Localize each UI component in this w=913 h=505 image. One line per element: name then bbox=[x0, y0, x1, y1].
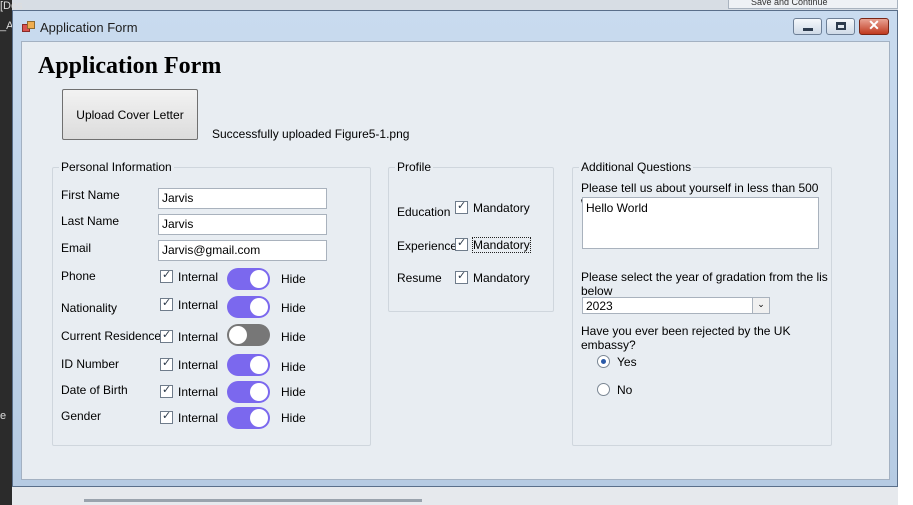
last-name-field[interactable]: Jarvis bbox=[158, 214, 327, 235]
application-window: Application Form ✕ Application Form Uplo… bbox=[12, 10, 898, 487]
id-number-label: ID Number bbox=[61, 357, 120, 371]
current-residence-label: Current Residence bbox=[61, 329, 162, 343]
background-bottom-line bbox=[84, 499, 422, 502]
education-label: Education bbox=[397, 205, 451, 219]
close-icon: ✕ bbox=[868, 17, 880, 33]
date-of-birth-label: Date of Birth bbox=[61, 383, 128, 397]
education-mandatory-checkbox[interactable] bbox=[455, 199, 468, 214]
rejected-prompt: Have you ever been rejected by the UK em… bbox=[581, 324, 791, 352]
close-button[interactable]: ✕ bbox=[859, 17, 889, 35]
phone-internal-checkbox[interactable] bbox=[160, 268, 173, 283]
radio-no-label: No bbox=[617, 383, 633, 397]
profile-group: Profile Education Mandatory Experience M… bbox=[388, 160, 554, 312]
id-number-internal-checkbox[interactable] bbox=[160, 356, 173, 371]
nationality-label: Nationality bbox=[61, 301, 118, 315]
email-label: Email bbox=[61, 241, 92, 255]
toggle-label: Hide bbox=[281, 330, 306, 344]
year-prompt: Please select the year of gradation from… bbox=[581, 270, 828, 298]
checkbox-label: Internal bbox=[178, 330, 219, 344]
phone-label: Phone bbox=[61, 269, 96, 283]
background-button: Save and Continue bbox=[728, 0, 898, 9]
group-title: Additional Questions bbox=[579, 160, 694, 174]
first-name-field[interactable]: Jarvis bbox=[158, 188, 327, 209]
upload-cover-letter-button[interactable]: Upload Cover Letter bbox=[62, 89, 198, 140]
background-text: e bbox=[0, 410, 7, 422]
resume-mandatory-checkbox[interactable] bbox=[455, 269, 468, 284]
email-field[interactable]: Jarvis@gmail.com bbox=[158, 240, 327, 261]
experience-label: Experience bbox=[397, 239, 458, 253]
maximize-icon bbox=[836, 22, 846, 30]
toggle-label: Hide bbox=[281, 385, 306, 399]
id-number-hide-toggle[interactable] bbox=[227, 354, 270, 376]
gender-internal-checkbox[interactable] bbox=[160, 409, 173, 424]
personal-information-group: Personal Information First Name Jarvis L… bbox=[52, 160, 371, 446]
toggle-label: Hide bbox=[281, 360, 306, 374]
upload-status-text: Successfully uploaded Figure5-1.png bbox=[212, 127, 410, 141]
window-title: Application Form bbox=[40, 20, 138, 35]
toggle-label: Hide bbox=[281, 272, 306, 286]
checkbox-label: Internal bbox=[178, 385, 219, 399]
toggle-label: Hide bbox=[281, 301, 306, 315]
radio-yes-label: Yes bbox=[617, 355, 637, 369]
checkbox-label: Internal bbox=[178, 358, 219, 372]
checkbox-label: Internal bbox=[178, 298, 219, 312]
phone-hide-toggle[interactable] bbox=[227, 268, 270, 290]
resume-label: Resume bbox=[397, 271, 442, 285]
gender-hide-toggle[interactable] bbox=[227, 407, 270, 429]
minimize-icon bbox=[803, 28, 813, 31]
about-textarea[interactable]: Hello World bbox=[582, 197, 819, 249]
form-client-area: Application Form Upload Cover Letter Suc… bbox=[21, 41, 890, 480]
nationality-internal-checkbox[interactable] bbox=[160, 296, 173, 311]
background-right-panel bbox=[898, 0, 913, 505]
background-left-panel bbox=[0, 0, 12, 505]
date-of-birth-hide-toggle[interactable] bbox=[227, 381, 270, 403]
gender-label: Gender bbox=[61, 409, 102, 423]
checkbox-label: Mandatory bbox=[473, 271, 530, 285]
date-of-birth-internal-checkbox[interactable] bbox=[160, 383, 173, 398]
checkbox-label: Internal bbox=[178, 411, 219, 425]
year-select-value: 2023 bbox=[586, 299, 613, 313]
current-residence-hide-toggle[interactable] bbox=[227, 324, 270, 346]
radio-yes[interactable] bbox=[597, 355, 610, 368]
group-title: Profile bbox=[395, 160, 434, 174]
background-bottom-area bbox=[12, 487, 898, 505]
experience-mandatory-checkbox[interactable] bbox=[455, 236, 468, 251]
toggle-label: Hide bbox=[281, 411, 306, 425]
checkbox-label: Mandatory bbox=[473, 201, 530, 215]
app-icon bbox=[22, 21, 35, 32]
nationality-hide-toggle[interactable] bbox=[227, 296, 270, 318]
page-title: Application Form bbox=[38, 53, 222, 79]
checkbox-label: Mandatory bbox=[472, 237, 531, 253]
additional-questions-group: Additional Questions Please tell us abou… bbox=[572, 160, 832, 446]
checkbox-label: Internal bbox=[178, 270, 219, 284]
minimize-button[interactable] bbox=[793, 18, 822, 35]
chevron-down-icon[interactable]: ⌄ bbox=[752, 298, 769, 313]
last-name-label: Last Name bbox=[61, 214, 120, 228]
group-title: Personal Information bbox=[59, 160, 174, 174]
year-select[interactable]: 2023 ⌄ bbox=[582, 297, 770, 314]
title-bar[interactable]: Application Form ✕ bbox=[13, 11, 897, 41]
current-residence-internal-checkbox[interactable] bbox=[160, 328, 173, 343]
first-name-label: First Name bbox=[61, 188, 120, 202]
maximize-button[interactable] bbox=[826, 18, 855, 35]
radio-no[interactable] bbox=[597, 383, 610, 396]
